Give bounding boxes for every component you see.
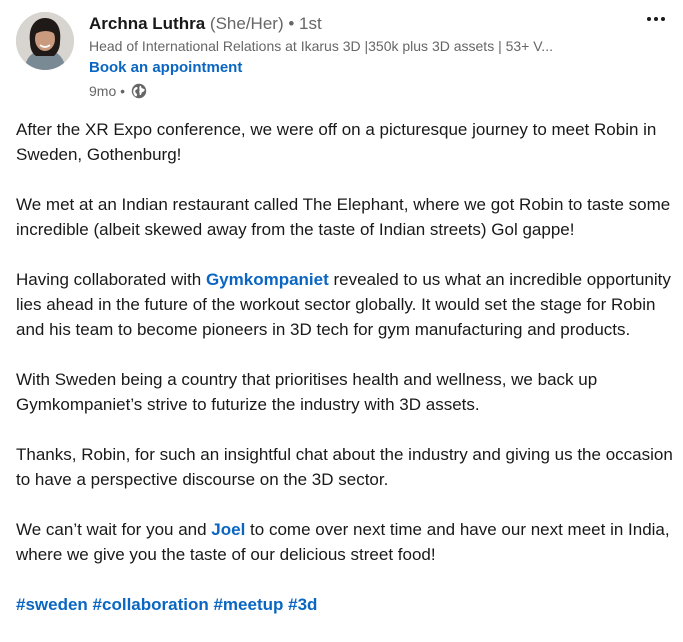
globe-icon xyxy=(131,83,147,99)
post-paragraph-4: With Sweden being a country that priorit… xyxy=(16,370,598,414)
hashtag-3d[interactable]: #3d xyxy=(288,595,317,614)
post-paragraph-2: We met at an Indian restaurant called Th… xyxy=(16,195,671,239)
author-headline: Head of International Relations at Ikaru… xyxy=(89,38,553,54)
paragraph-text: Having collaborated with xyxy=(16,270,206,289)
more-options-button[interactable] xyxy=(640,10,672,28)
post-body: After the XR Expo conference, we were of… xyxy=(16,117,676,642)
avatar-photo xyxy=(16,12,74,70)
post-paragraph-3: Having collaborated with Gymkompaniet re… xyxy=(16,267,676,342)
post-paragraph-1: After the XR Expo conference, we were of… xyxy=(16,120,657,164)
hashtags: #sweden #collaboration #meetup #3d xyxy=(16,592,676,617)
author-name[interactable]: Archna Luthra xyxy=(89,14,205,33)
hashtag-collaboration[interactable]: #collaboration xyxy=(93,595,209,614)
mention-joel[interactable]: Joel xyxy=(211,520,245,539)
more-options-icon xyxy=(647,17,651,21)
hashtag-sweden[interactable]: #sweden xyxy=(16,595,88,614)
mention-gymkompaniet[interactable]: Gymkompaniet xyxy=(206,270,329,289)
avatar[interactable] xyxy=(16,12,74,70)
connection-degree: • 1st xyxy=(288,14,322,33)
post-paragraph-5: Thanks, Robin, for such an insightful ch… xyxy=(16,445,673,489)
post-header: Archna Luthra (She/Her) • 1st Head of In… xyxy=(0,0,683,110)
book-appointment-link[interactable]: Book an appointment xyxy=(89,58,242,78)
author-pronouns: (She/Her) xyxy=(209,14,284,33)
paragraph-text: We can’t wait for you and xyxy=(16,520,212,539)
post-paragraph-6: We can’t wait for you and Joel to come o… xyxy=(16,517,676,567)
author-line: Archna Luthra (She/Her) • 1st xyxy=(89,13,322,35)
hashtag-meetup[interactable]: #meetup xyxy=(213,595,283,614)
post-time: 9mo • xyxy=(89,83,126,99)
post-meta: 9mo • xyxy=(89,81,147,101)
